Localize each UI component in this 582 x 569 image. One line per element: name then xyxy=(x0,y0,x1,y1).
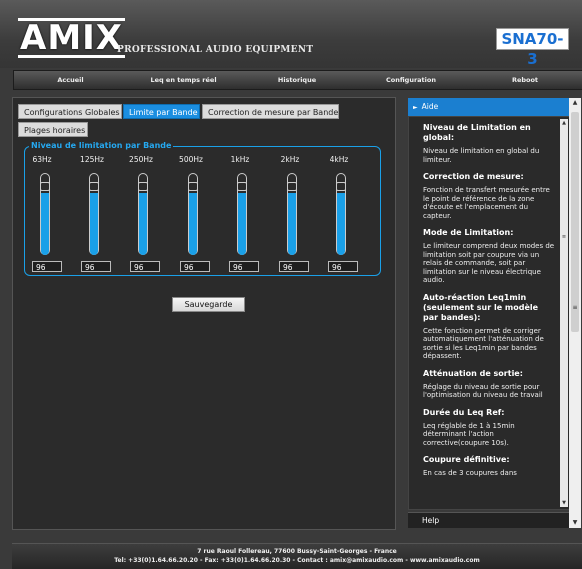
tab-limite-par-bande[interactable]: Limite par Bande xyxy=(123,104,200,119)
amix-logo: AMIX xyxy=(18,18,126,58)
help-text: Réglage du niveau de sortie pour l'optim… xyxy=(423,382,543,400)
nav-historique[interactable]: Historique xyxy=(240,71,354,89)
nav-configuration[interactable]: Configuration xyxy=(354,71,468,89)
band-value-125hz[interactable]: 96 xyxy=(81,261,111,272)
help-header[interactable]: ► Aide xyxy=(408,98,571,116)
band-slider-4khz[interactable] xyxy=(336,173,346,255)
help-text: Fonction de transfert mesurée entre le p… xyxy=(423,186,550,220)
scroll-down-icon[interactable]: ▼ xyxy=(569,518,581,528)
help-text: Niveau de limitation en global du limite… xyxy=(423,147,540,164)
help-text: Le limiteur comprend deux modes de limit… xyxy=(423,242,555,284)
slider-thumb[interactable] xyxy=(237,182,247,191)
band-slider-63hz[interactable] xyxy=(40,173,50,255)
help-title: Coupure définitive: xyxy=(423,455,510,464)
band-label-4khz: 4kHz xyxy=(329,155,349,164)
nav-leq-temps-reel[interactable]: Leq en temps réel xyxy=(127,71,240,89)
help-text: Leq réglable de 1 à 15min déterminant l'… xyxy=(423,421,515,447)
help-scrollbar[interactable]: ▲ ≡ ▼ xyxy=(560,119,568,507)
help-text: Cette fonction permet de corriger automa… xyxy=(423,326,544,361)
tab-plages-horaires[interactable]: Plages horaires xyxy=(18,122,88,137)
slider-thumb[interactable] xyxy=(287,182,297,191)
band-label-1khz: 1kHz xyxy=(230,155,250,164)
main-nav: Accueil Leq en temps réel Historique Con… xyxy=(13,70,582,90)
scroll-down-icon[interactable]: ▼ xyxy=(560,499,568,507)
band-label-63hz: 63Hz xyxy=(32,155,52,164)
footer-address: 7 rue Raoul Follereau, 77600 Bussy-Saint… xyxy=(197,548,397,555)
band-label-125hz: 125Hz xyxy=(80,155,104,164)
save-button[interactable]: Sauvegarde xyxy=(172,297,245,312)
header: AMIX PROFESSIONAL AUDIO EQUIPMENT SNA70-… xyxy=(0,0,582,68)
band-value-500hz[interactable]: 96 xyxy=(180,261,210,272)
help-title: Mode de Limitation: xyxy=(423,228,514,237)
band-slider-500hz[interactable] xyxy=(188,173,198,255)
band-slider-125hz[interactable] xyxy=(89,173,99,255)
scroll-up-icon[interactable]: ▲ xyxy=(569,98,581,108)
help-header-label: Aide xyxy=(421,102,439,111)
slider-thumb[interactable] xyxy=(188,182,198,191)
band-slider-250hz[interactable] xyxy=(138,173,148,255)
scroll-grip-icon: ≡ xyxy=(561,234,567,240)
scroll-up-icon[interactable]: ▲ xyxy=(560,119,568,127)
help-title: Durée du Leq Ref: xyxy=(423,407,505,417)
scrollbar-thumb[interactable] xyxy=(571,112,579,332)
band-limit-legend: Niveau de limitation par Bande xyxy=(29,141,174,151)
band-value-2khz[interactable]: 96 xyxy=(279,261,309,272)
band-value-4khz[interactable]: 96 xyxy=(328,261,358,272)
help-body: Niveau de Limitation en global: Niveau d… xyxy=(408,116,571,510)
help-title: Niveau de Limitation en global: xyxy=(423,123,531,142)
tab-correction-mesure[interactable]: Correction de mesure par Bande xyxy=(202,104,339,119)
band-value-250hz[interactable]: 96 xyxy=(130,261,160,272)
model-badge: SNA70-3 xyxy=(496,28,569,68)
band-value-63hz[interactable]: 96 xyxy=(32,261,62,272)
help-content: Niveau de Limitation en global: Niveau d… xyxy=(423,123,555,486)
page-scrollbar[interactable]: ▲ ≡ ▼ xyxy=(569,98,581,528)
nav-reboot[interactable]: Reboot xyxy=(468,71,582,89)
band-slider-2khz[interactable] xyxy=(287,173,297,255)
nav-accueil[interactable]: Accueil xyxy=(14,71,127,89)
help-text: En cas de 3 coupures dans xyxy=(423,469,517,477)
slider-thumb[interactable] xyxy=(138,182,148,191)
scroll-grip-icon: ≡ xyxy=(572,304,578,311)
band-slider-1khz[interactable] xyxy=(237,173,247,255)
footer-contact: Tel: +33(0)1.64.66.20.20 - Fax: +33(0)1.… xyxy=(114,557,480,564)
slider-thumb[interactable] xyxy=(89,182,99,191)
page-footer: 7 rue Raoul Follereau, 77600 Bussy-Saint… xyxy=(12,543,582,569)
help-footer[interactable]: Help xyxy=(408,512,571,528)
help-title: Correction de mesure: xyxy=(423,172,524,181)
slider-thumb[interactable] xyxy=(336,182,346,191)
config-panel: Configurations Globales Limite par Bande… xyxy=(12,97,396,530)
band-label-500hz: 500Hz xyxy=(179,155,203,164)
help-title: Auto-réaction Leq1min (seulement sur le … xyxy=(423,292,539,322)
band-limit-fieldset: Niveau de limitation par Bande 63Hz 125H… xyxy=(24,141,381,276)
tagline: PROFESSIONAL AUDIO EQUIPMENT xyxy=(117,45,314,55)
slider-thumb[interactable] xyxy=(40,182,50,191)
band-value-1khz[interactable]: 96 xyxy=(229,261,259,272)
tab-configurations-globales[interactable]: Configurations Globales xyxy=(18,104,122,119)
band-label-2khz: 2kHz xyxy=(280,155,300,164)
chevron-right-icon: ► xyxy=(413,104,418,111)
band-label-250hz: 250Hz xyxy=(129,155,153,164)
help-title: Atténuation de sortie: xyxy=(423,368,523,378)
help-panel: ► Aide Niveau de Limitation en global: Ni… xyxy=(408,98,581,528)
